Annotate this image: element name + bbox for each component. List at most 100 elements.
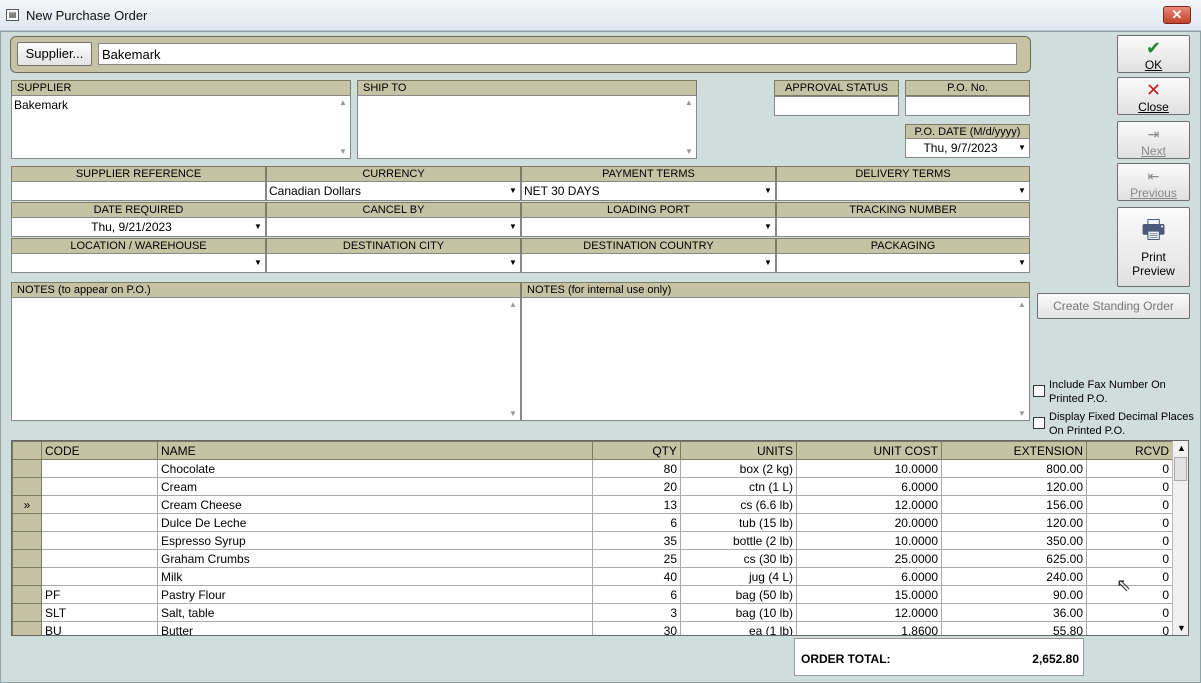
cell-unit-cost[interactable]: 6.0000 bbox=[796, 477, 942, 496]
cell-units[interactable]: bag (10 lb) bbox=[680, 603, 797, 622]
cell-units[interactable]: jug (4 L) bbox=[680, 567, 797, 586]
cell-units[interactable]: ctn (1 L) bbox=[680, 477, 797, 496]
packaging-select[interactable]: ▼ bbox=[776, 253, 1030, 273]
cell-code[interactable] bbox=[41, 459, 158, 478]
supplier-reference-input[interactable] bbox=[11, 181, 266, 201]
row-selector[interactable]: » bbox=[12, 495, 42, 514]
row-selector[interactable] bbox=[12, 621, 42, 635]
cell-units[interactable]: cs (6.6 lb) bbox=[680, 495, 797, 514]
fixed-decimal-checkbox[interactable] bbox=[1033, 417, 1045, 429]
table-row[interactable]: PF Pastry Flour 6 bag (50 lb) 15.0000 90.00 0 bbox=[12, 585, 1173, 604]
cell-extension[interactable]: 156.00 bbox=[941, 495, 1087, 514]
loading-port-select[interactable]: ▼ bbox=[521, 217, 776, 237]
row-selector[interactable] bbox=[12, 567, 42, 586]
row-selector[interactable] bbox=[12, 477, 42, 496]
currency-select[interactable]: Canadian Dollars ▼ bbox=[266, 181, 521, 201]
cell-unit-cost[interactable]: 15.0000 bbox=[796, 585, 942, 604]
cell-qty[interactable]: 40 bbox=[592, 567, 681, 586]
table-row[interactable]: SLT Salt, table 3 bag (10 lb) 12.0000 36.00 0 bbox=[12, 603, 1173, 622]
notes-internal-textarea[interactable]: ▲ ▼ bbox=[521, 297, 1030, 421]
cell-rcvd[interactable]: 0 bbox=[1086, 513, 1173, 532]
column-header-rcvd[interactable]: RCVD bbox=[1086, 441, 1173, 460]
cell-name[interactable]: Chocolate bbox=[157, 459, 593, 478]
delivery-terms-select[interactable]: ▼ bbox=[776, 181, 1030, 201]
scroll-thumb[interactable] bbox=[1174, 457, 1187, 481]
dropdown-arrow-icon[interactable]: ▼ bbox=[506, 254, 520, 272]
previous-button[interactable]: ⇤ Previous bbox=[1117, 163, 1190, 201]
cell-extension[interactable]: 350.00 bbox=[941, 531, 1087, 550]
dropdown-arrow-icon[interactable]: ▼ bbox=[1015, 139, 1029, 157]
cell-qty[interactable]: 30 bbox=[592, 621, 681, 635]
window-close-button[interactable]: ✕ bbox=[1163, 6, 1191, 24]
cell-units[interactable]: cs (30 lb) bbox=[680, 549, 797, 568]
cell-unit-cost[interactable]: 25.0000 bbox=[796, 549, 942, 568]
cell-extension[interactable]: 120.00 bbox=[941, 513, 1087, 532]
cell-unit-cost[interactable]: 10.0000 bbox=[796, 459, 942, 478]
cell-units[interactable]: bag (50 lb) bbox=[680, 585, 797, 604]
row-selector[interactable] bbox=[12, 459, 42, 478]
row-selector[interactable] bbox=[12, 603, 42, 622]
payment-terms-select[interactable]: NET 30 DAYS ▼ bbox=[521, 181, 776, 201]
cell-code[interactable] bbox=[41, 549, 158, 568]
supplier-scrollbar[interactable]: ▲ ▼ bbox=[336, 96, 350, 158]
grid-scrollbar[interactable]: ▲ ▼ bbox=[1172, 441, 1188, 635]
dropdown-arrow-icon[interactable]: ▼ bbox=[761, 218, 775, 236]
cell-rcvd[interactable]: 0 bbox=[1086, 549, 1173, 568]
supplier-address-textarea[interactable]: Bakemark ▲ ▼ bbox=[11, 95, 351, 159]
cell-name[interactable]: Salt, table bbox=[157, 603, 593, 622]
cell-extension[interactable]: 55.80 bbox=[941, 621, 1087, 635]
cell-qty[interactable]: 20 bbox=[592, 477, 681, 496]
table-row[interactable]: Chocolate 80 box (2 kg) 10.0000 800.00 0 bbox=[12, 459, 1173, 478]
cell-units[interactable]: bottle (2 lb) bbox=[680, 531, 797, 550]
include-fax-checkbox[interactable] bbox=[1033, 385, 1045, 397]
cell-unit-cost[interactable]: 12.0000 bbox=[796, 603, 942, 622]
cell-name[interactable]: Pastry Flour bbox=[157, 585, 593, 604]
row-selector[interactable] bbox=[12, 585, 42, 604]
line-items-grid[interactable]: CODE NAME QTY UNITS UNIT COST EXTENSION … bbox=[11, 440, 1189, 636]
table-row[interactable]: Cream 20 ctn (1 L) 6.0000 120.00 0 bbox=[12, 477, 1173, 496]
dropdown-arrow-icon[interactable]: ▼ bbox=[1015, 254, 1029, 272]
table-row[interactable]: Dulce De Leche 6 tub (15 lb) 20.0000 120.00 0 bbox=[12, 513, 1173, 532]
destination-city-select[interactable]: ▼ bbox=[266, 253, 521, 273]
create-standing-order-button[interactable]: Create Standing Order bbox=[1037, 293, 1190, 319]
ok-button[interactable]: ✔ OK bbox=[1117, 35, 1190, 73]
date-required-picker[interactable]: Thu, 9/21/2023 ▼ bbox=[11, 217, 266, 237]
column-header-code[interactable]: CODE bbox=[41, 441, 158, 460]
column-header-unit-cost[interactable]: UNIT COST bbox=[796, 441, 942, 460]
cell-qty[interactable]: 3 bbox=[592, 603, 681, 622]
scroll-down-icon[interactable]: ▼ bbox=[1177, 623, 1186, 633]
dropdown-arrow-icon[interactable]: ▼ bbox=[506, 182, 520, 200]
cell-rcvd[interactable]: 0 bbox=[1086, 621, 1173, 635]
cell-qty[interactable]: 35 bbox=[592, 531, 681, 550]
notes-po-textarea[interactable]: ▲ ▼ bbox=[11, 297, 521, 421]
dropdown-arrow-icon[interactable]: ▼ bbox=[251, 218, 265, 236]
cell-code[interactable]: PF bbox=[41, 585, 158, 604]
cell-extension[interactable]: 120.00 bbox=[941, 477, 1087, 496]
cell-code[interactable] bbox=[41, 477, 158, 496]
close-button[interactable]: ✕ Close bbox=[1117, 77, 1190, 115]
cell-code[interactable] bbox=[41, 531, 158, 550]
cell-rcvd[interactable]: 0 bbox=[1086, 495, 1173, 514]
row-selector[interactable] bbox=[12, 513, 42, 532]
cell-name[interactable]: Espresso Syrup bbox=[157, 531, 593, 550]
cell-name[interactable]: Graham Crumbs bbox=[157, 549, 593, 568]
supplier-name-input[interactable]: Bakemark bbox=[98, 43, 1017, 65]
cancel-by-picker[interactable]: ▼ bbox=[266, 217, 521, 237]
tracking-number-input[interactable] bbox=[776, 217, 1030, 237]
column-header-qty[interactable]: QTY bbox=[592, 441, 681, 460]
cell-unit-cost[interactable]: 20.0000 bbox=[796, 513, 942, 532]
row-selector[interactable] bbox=[12, 549, 42, 568]
cell-rcvd[interactable]: 0 bbox=[1086, 531, 1173, 550]
dropdown-arrow-icon[interactable]: ▼ bbox=[761, 182, 775, 200]
cell-qty[interactable]: 6 bbox=[592, 513, 681, 532]
ship-to-textarea[interactable]: ▲ ▼ bbox=[357, 95, 697, 159]
next-button[interactable]: ⇥ Next bbox=[1117, 121, 1190, 159]
cell-qty[interactable]: 80 bbox=[592, 459, 681, 478]
cell-units[interactable]: ea (1 lb) bbox=[680, 621, 797, 635]
cell-rcvd[interactable]: 0 bbox=[1086, 603, 1173, 622]
row-selector[interactable] bbox=[12, 531, 42, 550]
cell-code[interactable]: SLT bbox=[41, 603, 158, 622]
cell-name[interactable]: Milk bbox=[157, 567, 593, 586]
scroll-up-icon[interactable]: ▲ bbox=[1177, 443, 1186, 453]
cell-unit-cost[interactable]: 1.8600 bbox=[796, 621, 942, 635]
